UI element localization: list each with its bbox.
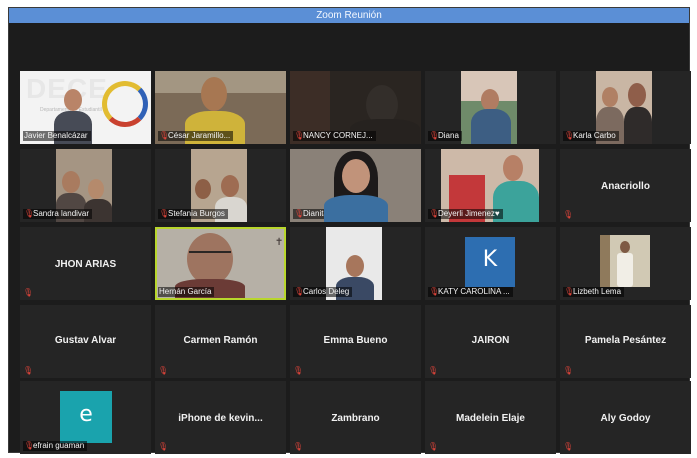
video-feed (600, 235, 650, 287)
participant-tile-diana[interactable]: 🎙Diana (425, 71, 556, 144)
participant-display-name: Gustav Alvar (54, 335, 117, 346)
participant-display-name: JHON ARIAS (54, 259, 117, 270)
mic-muted-icon: 🎙 (564, 287, 575, 296)
mic-muted-icon: 🎙 (429, 287, 440, 296)
mic-muted-icon: 🎙 (429, 131, 440, 140)
participant-name-label: 🎙Diana (428, 131, 462, 141)
participant-display-name: iPhone de kevin... (178, 413, 263, 424)
participant-display-name: Madelein Elaje (456, 413, 525, 424)
video-feed (461, 71, 517, 144)
avatar-initial: e (79, 402, 93, 427)
participant-tile-aly-godoy[interactable]: Aly Godoy 🎙 (560, 381, 691, 454)
mic-muted-icon: 🎙 (23, 288, 34, 297)
participant-display-name: Pamela Pesántez (584, 335, 667, 346)
participant-tile-emma-bueno[interactable]: Emma Bueno 🎙 (290, 305, 421, 378)
mic-muted-icon: 🎙 (428, 366, 439, 375)
participant-tile-iphone-de-kevin[interactable]: iPhone de kevin... 🎙 (155, 381, 286, 454)
participant-tile-stefania-burgos[interactable]: 🎙Stefania Burgos (155, 149, 286, 222)
window-title: Zoom Reunión (9, 8, 689, 23)
avatar: K (465, 237, 515, 287)
mic-muted-icon: 🎙 (564, 131, 575, 140)
mic-muted-icon: 🎙 (158, 442, 169, 451)
participant-display-name: Zambrano (331, 413, 380, 424)
participant-tile-karla-carbo[interactable]: 🎙Karla Carbo (560, 71, 691, 144)
participant-name-label: 🎙Carlos Deleg (293, 287, 353, 297)
avatar-initial: K (482, 247, 498, 272)
participant-name-label: 🎙NANCY CORNEJ... (293, 131, 376, 141)
participant-tile-jairon[interactable]: JAIRON 🎙 (425, 305, 556, 378)
participant-tile-pamela-pesantez[interactable]: Pamela Pesántez 🎙 (560, 305, 691, 378)
zoom-window: Zoom Reunión DECE Departamento ... Estud… (8, 7, 691, 454)
participant-display-name: Emma Bueno (323, 335, 388, 346)
participant-tile-cesar-jaramillo[interactable]: 🎙César Jaramillo... (155, 71, 286, 144)
participant-tile-jhon-arias[interactable]: JHON ARIAS 🎙 (20, 227, 151, 300)
mic-muted-icon: 🎙 (293, 442, 304, 451)
participant-tile-dianita-becerra[interactable]: 🎙Dianita Becerra (290, 149, 421, 222)
mic-muted-icon: 🎙 (429, 209, 440, 218)
participant-tile-carmen-ramon[interactable]: Carmen Ramón 🎙 (155, 305, 286, 378)
mic-muted-icon: 🎙 (294, 209, 305, 218)
participant-name-label: 🎙Sandra landivar (23, 209, 93, 219)
participant-tile-zambrano[interactable]: Zambrano 🎙 (290, 381, 421, 454)
participant-display-name: Aly Godoy (600, 413, 651, 424)
participant-tile-javier-benalcazar[interactable]: DECE Departamento ... Estudiantil Javier… (20, 71, 151, 144)
mic-muted-icon: 🎙 (159, 131, 170, 140)
mic-muted-icon: 🎙 (158, 366, 169, 375)
participant-tile-madelein-elaje[interactable]: Madelein Elaje 🎙 (425, 381, 556, 454)
participant-name-label: 🎙César Jaramillo... (158, 131, 234, 141)
participant-name-label: 🎙Deyerli Jimenez♥ (428, 209, 503, 219)
mic-muted-icon: 🎙 (563, 210, 574, 219)
mic-muted-icon: 🎙 (563, 366, 574, 375)
participant-tile-anacriollo[interactable]: Anacriollo 🎙 (560, 149, 691, 222)
participant-name-label: Hernán García (158, 287, 215, 297)
participant-tile-sandra-landivar[interactable]: 🎙Sandra landivar (20, 149, 151, 222)
participant-name-label: Javier Benalcázar (23, 131, 91, 141)
mic-muted-icon: 🎙 (428, 442, 439, 451)
participant-name-label: 🎙efrain guaman (23, 441, 88, 451)
participant-display-name: Anacriollo (601, 181, 650, 192)
participant-tile-hernan-garcia[interactable]: ✝ Hernán García (155, 227, 286, 300)
mic-muted-icon: 🎙 (563, 442, 574, 451)
mic-muted-icon: 🎙 (24, 209, 35, 218)
mic-muted-icon: 🎙 (159, 209, 170, 218)
participant-tile-efrain-guaman[interactable]: e 🎙efrain guaman (20, 381, 151, 454)
participant-tile-deyerli-jimenez[interactable]: 🎙Deyerli Jimenez♥ (425, 149, 556, 222)
participant-name-label: 🎙Stefania Burgos (158, 209, 228, 219)
participant-display-name: JAIRON (471, 335, 510, 346)
participant-display-name: Carmen Ramón (183, 335, 258, 346)
participant-name-label: 🎙Lizbeth Lema (563, 287, 625, 297)
participant-name-label: 🎙KATY CAROLINA ... (428, 287, 513, 297)
participant-tile-lizbeth-lema[interactable]: 🎙Lizbeth Lema (560, 227, 691, 300)
participant-tile-katy-carolina[interactable]: K 🎙KATY CAROLINA ... (425, 227, 556, 300)
participant-tile-nancy-cornej[interactable]: 🎙NANCY CORNEJ... (290, 71, 421, 144)
mic-muted-icon: 🎙 (24, 441, 35, 450)
mic-muted-icon: 🎙 (23, 366, 34, 375)
participant-tile-gustav-alvar[interactable]: Gustav Alvar 🎙 (20, 305, 151, 378)
mic-muted-icon: 🎙 (294, 287, 305, 296)
participant-tile-carlos-deleg[interactable]: 🎙Carlos Deleg (290, 227, 421, 300)
avatar: e (60, 391, 112, 443)
mic-muted-icon: 🎙 (293, 366, 304, 375)
mic-muted-icon: 🎙 (294, 131, 305, 140)
participant-name-label: 🎙Karla Carbo (563, 131, 619, 141)
